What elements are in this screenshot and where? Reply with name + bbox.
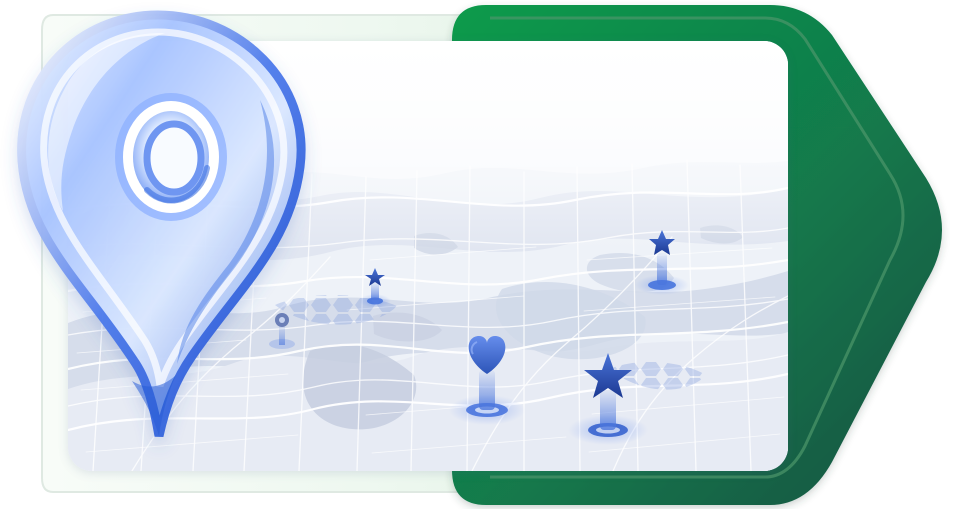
location-pin-icon bbox=[17, 10, 306, 437]
location-pin-hole bbox=[115, 93, 227, 221]
location-map-card bbox=[0, 0, 960, 509]
